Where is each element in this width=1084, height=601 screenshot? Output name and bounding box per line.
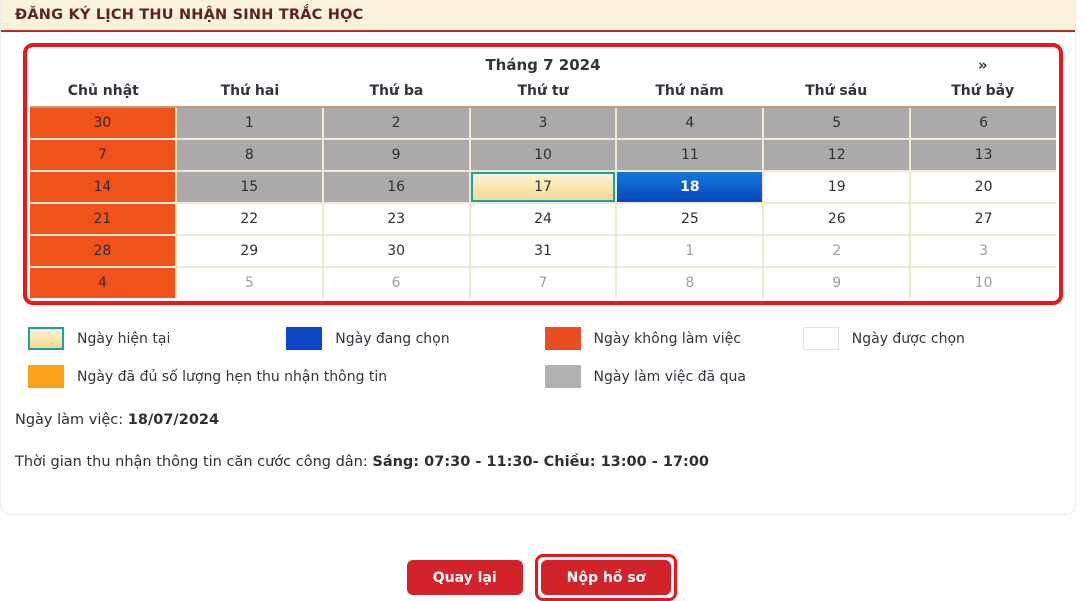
day-cell-11: 11 [617,140,762,170]
calendar-grid: 3012345678910111213141516171819202122232… [30,106,1056,298]
legend-item-full: Ngày đã đủ số lượng hẹn thu nhận thông t… [28,365,545,388]
legend-swatch-current [28,327,64,350]
legend: Ngày hiện tại Ngày đang chọn Ngày không là… [28,327,1061,388]
submit-annotation-box: Nộp hồ sơ [535,554,678,601]
day-cell-4: 4 [617,108,762,138]
day-cell-2: 2 [764,236,909,266]
day-cell-4: 4 [30,268,175,298]
day-cell-20[interactable]: 20 [911,172,1056,202]
day-cell-23[interactable]: 23 [324,204,469,234]
day-cell-6: 6 [324,268,469,298]
day-cell-21: 21 [30,204,175,234]
day-cell-12: 12 [764,140,909,170]
working-day-line: Ngày làm việc: 18/07/2024 [15,412,1061,428]
legend-item-current: Ngày hiện tại [28,327,286,350]
back-button[interactable]: Quay lại [407,560,523,595]
day-header-2: Thứ ba [323,80,470,106]
day-cell-1: 1 [177,108,322,138]
day-header-3: Thứ tư [470,80,617,106]
day-cell-17[interactable]: 17 [471,172,616,202]
legend-label: Ngày đang chọn [335,331,449,347]
day-cell-5: 5 [764,108,909,138]
day-cell-18[interactable]: 18 [617,172,762,202]
day-cell-9: 9 [324,140,469,170]
day-cell-13: 13 [911,140,1056,170]
legend-label: Ngày được chọn [852,331,965,347]
legend-swatch-nonworking [545,327,581,350]
day-headers: Chủ nhậtThứ haiThứ baThứ tưThứ nămThứ sá… [30,80,1056,106]
day-cell-7: 7 [30,140,175,170]
collection-time-value: Sáng: 07:30 - 11:30- Chiều: 13:00 - 17:0… [372,454,709,470]
day-cell-10: 10 [911,268,1056,298]
day-cell-25[interactable]: 25 [617,204,762,234]
schedule-card: ĐĂNG KÝ LỊCH THU NHẬN SINH TRẮC HỌC Thán… [0,0,1076,515]
day-cell-24[interactable]: 24 [471,204,616,234]
legend-swatch-selecting [286,327,322,350]
day-cell-8: 8 [177,140,322,170]
submit-button[interactable]: Nộp hồ sơ [541,560,672,595]
day-cell-22[interactable]: 22 [177,204,322,234]
day-cell-14: 14 [30,172,175,202]
day-cell-8: 8 [617,268,762,298]
legend-swatch-past [545,365,581,388]
day-cell-27[interactable]: 27 [911,204,1056,234]
day-cell-9: 9 [764,268,909,298]
day-cell-30[interactable]: 30 [324,236,469,266]
button-bar: Quay lại Nộp hồ sơ [0,554,1084,601]
collection-time-line: Thời gian thu nhận thông tin căn cước cô… [15,454,1061,470]
day-header-0: Chủ nhật [30,80,177,106]
day-cell-10: 10 [471,140,616,170]
day-header-4: Thứ năm [616,80,763,106]
day-header-1: Thứ hai [177,80,324,106]
day-cell-3: 3 [911,236,1056,266]
day-cell-3: 3 [471,108,616,138]
card-header: ĐĂNG KÝ LỊCH THU NHẬN SINH TRẮC HỌC [1,0,1075,32]
day-cell-2: 2 [324,108,469,138]
collection-time-label: Thời gian thu nhận thông tin căn cước cô… [15,454,372,470]
day-cell-16: 16 [324,172,469,202]
month-title: Tháng 7 2024 [30,56,1056,74]
day-cell-29[interactable]: 29 [177,236,322,266]
legend-item-selectable: Ngày được chọn [803,327,1061,350]
day-cell-30: 30 [30,108,175,138]
day-cell-26[interactable]: 26 [764,204,909,234]
legend-label: Ngày không làm việc [594,331,741,347]
day-cell-31[interactable]: 31 [471,236,616,266]
day-header-5: Thứ sáu [763,80,910,106]
day-cell-28: 28 [30,236,175,266]
day-cell-1: 1 [617,236,762,266]
day-cell-6: 6 [911,108,1056,138]
day-cell-7: 7 [471,268,616,298]
legend-item-past: Ngày làm việc đã qua [545,365,803,388]
legend-label: Ngày đã đủ số lượng hẹn thu nhận thông t… [77,369,387,385]
next-month-arrow[interactable]: » [972,56,994,74]
calendar-month-row: Tháng 7 2024 » [30,52,1056,80]
working-day-value: 18/07/2024 [128,412,219,428]
legend-item-nonworking: Ngày không làm việc [545,327,803,350]
page-title: ĐĂNG KÝ LỊCH THU NHẬN SINH TRẮC HỌC [15,7,363,23]
legend-item-selecting: Ngày đang chọn [286,327,544,350]
legend-label: Ngày hiện tại [77,331,170,347]
legend-swatch-selectable [803,327,839,350]
working-day-label: Ngày làm việc: [15,412,128,428]
legend-swatch-full [28,365,64,388]
day-header-6: Thứ bảy [909,80,1056,106]
day-cell-19[interactable]: 19 [764,172,909,202]
day-cell-5: 5 [177,268,322,298]
calendar-annotation-box: Tháng 7 2024 » Chủ nhậtThứ haiThứ baThứ … [23,43,1063,305]
legend-label: Ngày làm việc đã qua [594,369,746,385]
day-cell-15: 15 [177,172,322,202]
